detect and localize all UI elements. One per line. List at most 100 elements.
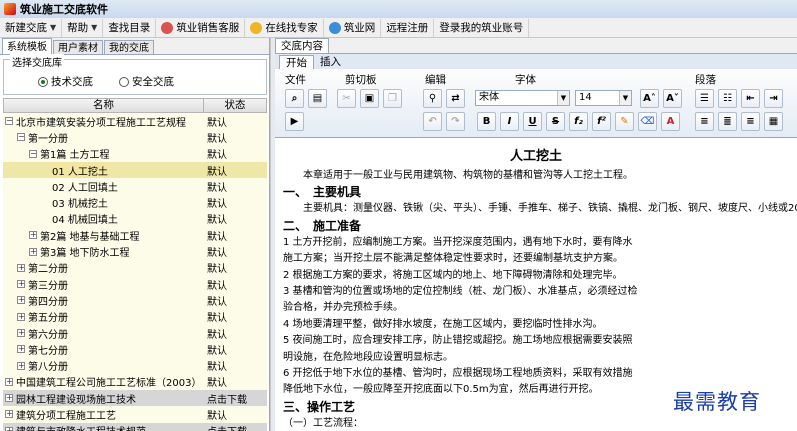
- menu-sales-service[interactable]: 筑业销售客服: [156, 18, 246, 37]
- tree-row[interactable]: + 第三分册 默认: [3, 275, 267, 293]
- strikethrough-button[interactable]: S: [546, 112, 565, 131]
- menu-zhuye-web[interactable]: 筑业网: [324, 18, 382, 37]
- tree-row[interactable]: 02 人工回填土 默认: [3, 178, 267, 195]
- font-color-icon[interactable]: A: [661, 112, 680, 131]
- expand-icon[interactable]: +: [17, 296, 25, 305]
- outdent-icon[interactable]: ⇤: [741, 89, 760, 108]
- expand-icon[interactable]: +: [5, 426, 13, 431]
- tree-row[interactable]: + 第七分册 默认: [3, 341, 267, 358]
- tree-row[interactable]: − 第1篇 土方工程 默认: [3, 145, 267, 162]
- tree-row[interactable]: + 第六分册 默认: [3, 324, 267, 342]
- redo-icon[interactable]: ↷: [446, 112, 465, 131]
- tree-row[interactable]: 03 机械挖土 默认: [3, 194, 267, 211]
- tree-row[interactable]: 04 机械回填土 默认: [3, 210, 267, 228]
- tree-row-status: 默认: [203, 194, 267, 211]
- paste-icon[interactable]: ▣: [360, 89, 379, 108]
- radio-safety[interactable]: 安全交底: [119, 74, 174, 89]
- tree-row-name: 01 人工挖土: [3, 161, 203, 179]
- expand-icon[interactable]: +: [17, 361, 25, 370]
- column-status[interactable]: 状态: [204, 99, 266, 112]
- expand-icon[interactable]: +: [5, 377, 13, 386]
- font-name-select[interactable]: 宋体 ▼: [475, 90, 570, 106]
- bullets-icon[interactable]: ☰: [695, 89, 714, 108]
- expand-icon[interactable]: +: [5, 410, 13, 419]
- tree-header: 名称 状态: [3, 98, 267, 113]
- superscript-button[interactable]: f²: [592, 112, 611, 131]
- subscript-button[interactable]: f₂: [569, 112, 588, 131]
- tree-row-label: 03 机械挖土: [52, 199, 108, 211]
- collapse-icon[interactable]: −: [29, 149, 37, 158]
- expand-icon[interactable]: +: [5, 394, 13, 403]
- underline-button[interactable]: U: [523, 112, 542, 131]
- tree-row[interactable]: + 第五分册 默认: [3, 308, 267, 325]
- indent-icon[interactable]: ⇥: [764, 89, 783, 108]
- grow-font-icon[interactable]: A˄: [640, 89, 659, 108]
- tree-row[interactable]: + 第3篇 地下防水工程 默认: [3, 243, 267, 260]
- justify-icon[interactable]: ▦: [764, 112, 783, 131]
- chevron-down-icon: ▼: [557, 91, 569, 105]
- tree-row[interactable]: + 第四分册 默认: [3, 292, 267, 309]
- tree-row[interactable]: − 第一分册 默认: [3, 129, 267, 146]
- find-icon[interactable]: ⚲: [423, 89, 442, 108]
- tab-my-disclosures[interactable]: 我的交底: [104, 40, 154, 54]
- tab-system-templates[interactable]: 系统模板: [2, 38, 52, 54]
- numbering-icon[interactable]: ☷: [718, 89, 737, 108]
- tree-row[interactable]: + 第八分册 默认: [3, 357, 267, 374]
- export-icon[interactable]: ▶: [285, 112, 304, 131]
- tree-row[interactable]: + 第2篇 地基与基础工程 默认: [3, 227, 267, 244]
- menu-login-account[interactable]: 登录我的筑业账号: [434, 18, 530, 37]
- tree-row[interactable]: 01 人工挖土 默认: [3, 161, 267, 179]
- ribbon-tabs: 开始 插入: [275, 54, 797, 69]
- tree-row[interactable]: + 园林工程建设现场施工技术 点击下载: [3, 390, 267, 407]
- menu-online-expert-label: 在线找专家: [265, 21, 318, 34]
- expand-icon[interactable]: +: [29, 247, 37, 256]
- tree-row-status: 默认: [203, 341, 267, 358]
- tree-row-name: + 第四分册: [3, 292, 203, 309]
- align-left-icon[interactable]: ≡: [695, 112, 714, 131]
- bold-button[interactable]: B: [477, 112, 496, 131]
- undo-icon[interactable]: ↶: [423, 112, 442, 131]
- menu-online-expert[interactable]: 在线找专家: [245, 18, 324, 37]
- replace-icon[interactable]: ⇄: [446, 89, 465, 108]
- column-name[interactable]: 名称: [4, 99, 204, 112]
- ribbon-tab-insert[interactable]: 插入: [314, 55, 347, 69]
- menu-new-disclosure[interactable]: 新建交底 ▼: [0, 18, 63, 37]
- ribbon-tab-home[interactable]: 开始: [279, 55, 314, 69]
- align-center-icon[interactable]: ≣: [718, 112, 737, 131]
- menu-find-directory[interactable]: 查找目录: [103, 18, 157, 37]
- tab-disclosure-content[interactable]: 交底内容: [275, 38, 329, 53]
- radio-technical[interactable]: 技术交底: [38, 74, 93, 89]
- tree-row-status: 默认: [203, 178, 267, 195]
- eraser-icon[interactable]: ⌫: [638, 112, 657, 131]
- font-size-select[interactable]: 14 ▼: [575, 90, 632, 106]
- tree-row-name: − 北京市建筑安装分项工程施工工艺规程: [3, 113, 203, 130]
- collapse-icon[interactable]: −: [17, 133, 25, 142]
- tree-row[interactable]: + 中国建筑工程公司施工工艺标准（2003） 默认: [3, 373, 267, 391]
- tree-row-status: 默认: [203, 406, 267, 423]
- tree-row-name: 04 机械回填土: [3, 210, 203, 228]
- expand-icon[interactable]: +: [17, 345, 25, 354]
- library-selector-legend: 选择交底库: [10, 54, 64, 69]
- shrink-font-icon[interactable]: A˅: [663, 89, 682, 108]
- align-right-icon[interactable]: ≡: [741, 112, 760, 131]
- expand-icon[interactable]: +: [17, 280, 25, 289]
- menu-help[interactable]: 帮助 ▼: [62, 18, 104, 37]
- copy-icon[interactable]: ❐: [383, 89, 402, 108]
- tree-row[interactable]: +建筑与市政降水工程技术规范点击下载: [3, 422, 267, 431]
- tree-row[interactable]: + 建筑分项工程施工工艺 默认: [3, 406, 267, 423]
- tree-row-name: + 第七分册: [3, 341, 203, 358]
- menu-remote-register[interactable]: 远程注册: [381, 18, 435, 37]
- expand-icon[interactable]: +: [17, 312, 25, 321]
- expand-icon[interactable]: +: [29, 231, 37, 240]
- expand-icon[interactable]: +: [17, 263, 25, 272]
- tab-user-materials[interactable]: 用户素材: [53, 40, 103, 54]
- preview-icon[interactable]: ⌕: [285, 89, 304, 108]
- expand-icon[interactable]: +: [17, 329, 25, 337]
- collapse-icon[interactable]: −: [5, 117, 13, 126]
- highlight-icon[interactable]: ✎: [615, 112, 634, 131]
- italic-button[interactable]: I: [500, 112, 519, 131]
- tree-row[interactable]: + 第二分册 默认: [3, 259, 267, 276]
- tree-row[interactable]: − 北京市建筑安装分项工程施工工艺规程 默认: [3, 113, 267, 130]
- print-icon[interactable]: ▤: [308, 89, 327, 108]
- cut-icon[interactable]: ✂: [337, 89, 356, 108]
